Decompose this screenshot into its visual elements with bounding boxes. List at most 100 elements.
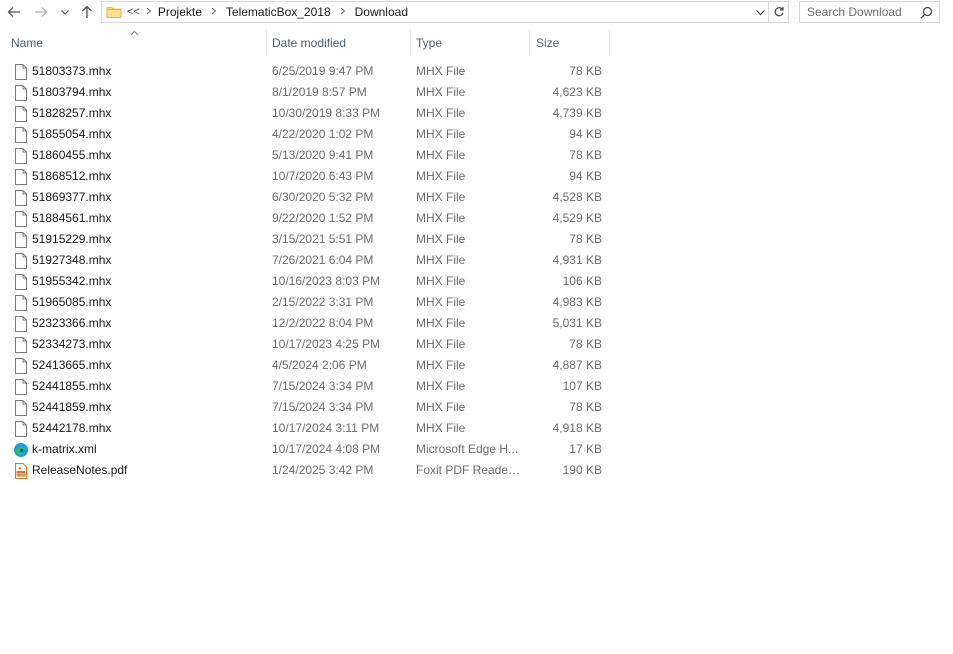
file-date-modified: 2/15/2022 3:31 PM bbox=[272, 295, 374, 309]
pdf-icon: PDF bbox=[12, 460, 30, 481]
file-type: Foxit PDF Reader ... bbox=[416, 463, 521, 477]
file-name: 52441859.mhx bbox=[32, 400, 112, 414]
up-button[interactable] bbox=[77, 2, 97, 22]
file-type: MHX File bbox=[416, 169, 466, 183]
file-row[interactable]: 51803373.mhx 6/25/2019 9:47 PM MHX File … bbox=[0, 61, 610, 82]
file-row[interactable]: 51915229.mhx 3/15/2021 5:51 PM MHX File … bbox=[0, 229, 610, 250]
file-row[interactable]: 51828257.mhx 10/30/2019 8:33 PM MHX File… bbox=[0, 103, 610, 124]
file-row[interactable]: 51869377.mhx 6/30/2020 5:32 PM MHX File … bbox=[0, 187, 610, 208]
file-row[interactable]: 52441855.mhx 7/15/2024 3:34 PM MHX File … bbox=[0, 376, 610, 397]
file-type: MHX File bbox=[416, 211, 466, 225]
file-date-modified: 10/17/2024 4:08 PM bbox=[272, 442, 381, 456]
file-name: 51868512.mhx bbox=[32, 169, 112, 183]
file-name: 51860455.mhx bbox=[32, 148, 112, 162]
file-size: 78 KB bbox=[569, 400, 602, 414]
file-name: 51869377.mhx bbox=[32, 190, 112, 204]
file-type: Microsoft Edge H... bbox=[416, 442, 519, 456]
breadcrumb-separator-icon bbox=[146, 7, 152, 18]
file-row[interactable]: 51927348.mhx 7/26/2021 6:04 PM MHX File … bbox=[0, 250, 610, 271]
breadcrumb-telematicbox[interactable]: TelematicBox_2018 bbox=[226, 5, 331, 19]
breadcrumb-separator-icon bbox=[340, 7, 346, 18]
file-size: 17 KB bbox=[569, 442, 602, 456]
file-type: MHX File bbox=[416, 127, 466, 141]
file-date-modified: 6/30/2020 5:32 PM bbox=[272, 190, 374, 204]
column-type[interactable]: Type bbox=[416, 28, 529, 58]
document-icon bbox=[12, 103, 30, 124]
file-date-modified: 8/1/2019 8:57 PM bbox=[272, 85, 367, 99]
file-name: 52442178.mhx bbox=[32, 421, 112, 435]
file-date-modified: 5/13/2020 9:41 PM bbox=[272, 148, 374, 162]
file-row[interactable]: 51955342.mhx 10/16/2023 8:03 PM MHX File… bbox=[0, 271, 610, 292]
breadcrumb-separator-icon bbox=[211, 7, 217, 18]
arrow-right-icon bbox=[35, 7, 48, 17]
file-name: 51965085.mhx bbox=[32, 295, 112, 309]
file-size: 190 KB bbox=[562, 463, 602, 477]
column-header-row: Name Date modified Type Size bbox=[0, 28, 610, 58]
column-size[interactable]: Size bbox=[536, 28, 609, 58]
file-size: 4,918 KB bbox=[552, 421, 602, 435]
file-type: MHX File bbox=[416, 190, 466, 204]
column-name[interactable]: Name bbox=[11, 28, 266, 58]
file-row[interactable]: 52323366.mhx 12/2/2022 8:04 PM MHX File … bbox=[0, 313, 610, 334]
file-type: MHX File bbox=[416, 379, 466, 393]
file-row[interactable]: 51868512.mhx 10/7/2020 6:43 PM MHX File … bbox=[0, 166, 610, 187]
file-date-modified: 4/5/2024 2:06 PM bbox=[272, 358, 367, 372]
file-date-modified: 6/25/2019 9:47 PM bbox=[272, 64, 374, 78]
file-row[interactable]: PDF ReleaseNotes.pdf 1/24/2025 3:42 PM F… bbox=[0, 460, 610, 481]
file-size: 78 KB bbox=[569, 64, 602, 78]
address-history-button[interactable] bbox=[752, 2, 768, 22]
file-row[interactable]: 52413665.mhx 4/5/2024 2:06 PM MHX File 4… bbox=[0, 355, 610, 376]
search-input[interactable] bbox=[807, 5, 917, 19]
file-date-modified: 3/15/2021 5:51 PM bbox=[272, 232, 374, 246]
file-type: MHX File bbox=[416, 232, 466, 246]
file-row[interactable]: 52442178.mhx 10/17/2024 3:11 PM MHX File… bbox=[0, 418, 610, 439]
file-type: MHX File bbox=[416, 316, 466, 330]
forward-button[interactable] bbox=[31, 2, 51, 22]
search-box[interactable] bbox=[799, 1, 940, 23]
file-row[interactable]: 51965085.mhx 2/15/2022 3:31 PM MHX File … bbox=[0, 292, 610, 313]
document-icon bbox=[12, 208, 30, 229]
document-icon bbox=[12, 418, 30, 439]
column-divider[interactable] bbox=[609, 30, 610, 56]
recent-locations-button[interactable] bbox=[57, 2, 73, 22]
file-date-modified: 7/15/2024 3:34 PM bbox=[272, 400, 374, 414]
address-bar[interactable]: << Projekte TelematicBox_2018 Download bbox=[101, 1, 789, 23]
file-row[interactable]: 51803794.mhx 8/1/2019 8:57 PM MHX File 4… bbox=[0, 82, 610, 103]
file-date-modified: 12/2/2022 8:04 PM bbox=[272, 316, 374, 330]
document-icon bbox=[12, 292, 30, 313]
column-divider[interactable] bbox=[529, 30, 530, 56]
file-size: 5,031 KB bbox=[552, 316, 602, 330]
file-name: 51884561.mhx bbox=[32, 211, 112, 225]
document-icon bbox=[12, 334, 30, 355]
file-size: 4,528 KB bbox=[552, 190, 602, 204]
file-size: 94 KB bbox=[569, 127, 602, 141]
file-row[interactable]: 52441859.mhx 7/15/2024 3:34 PM MHX File … bbox=[0, 397, 610, 418]
back-button[interactable] bbox=[4, 2, 24, 22]
file-type: MHX File bbox=[416, 253, 466, 267]
file-row[interactable]: 52334273.mhx 10/17/2023 4:25 PM MHX File… bbox=[0, 334, 610, 355]
navigation-bar: << Projekte TelematicBox_2018 Download bbox=[0, 0, 953, 24]
file-row[interactable]: 51855054.mhx 4/22/2020 1:02 PM MHX File … bbox=[0, 124, 610, 145]
file-date-modified: 10/17/2023 4:25 PM bbox=[272, 337, 381, 351]
file-row[interactable]: 51860455.mhx 5/13/2020 9:41 PM MHX File … bbox=[0, 145, 610, 166]
breadcrumb-projekte[interactable]: Projekte bbox=[158, 5, 202, 19]
document-icon bbox=[12, 355, 30, 376]
file-name: 51803794.mhx bbox=[32, 85, 112, 99]
document-icon bbox=[12, 271, 30, 292]
file-size: 4,739 KB bbox=[552, 106, 602, 120]
file-row[interactable]: 51884561.mhx 9/22/2020 1:52 PM MHX File … bbox=[0, 208, 610, 229]
search-icon[interactable] bbox=[920, 6, 933, 22]
file-type: MHX File bbox=[416, 421, 466, 435]
column-date-modified[interactable]: Date modified bbox=[272, 28, 410, 58]
file-name: k-matrix.xml bbox=[32, 442, 97, 456]
column-divider[interactable] bbox=[410, 30, 411, 56]
file-row[interactable]: k-matrix.xml 10/17/2024 4:08 PM Microsof… bbox=[0, 439, 610, 460]
breadcrumb-download[interactable]: Download bbox=[355, 5, 408, 19]
column-divider[interactable] bbox=[266, 30, 267, 56]
breadcrumb-overflow-button[interactable]: << bbox=[127, 6, 140, 18]
document-icon bbox=[12, 250, 30, 271]
refresh-button[interactable] bbox=[768, 2, 788, 22]
file-type: MHX File bbox=[416, 337, 466, 351]
file-name: 51828257.mhx bbox=[32, 106, 112, 120]
file-name: 52334273.mhx bbox=[32, 337, 112, 351]
